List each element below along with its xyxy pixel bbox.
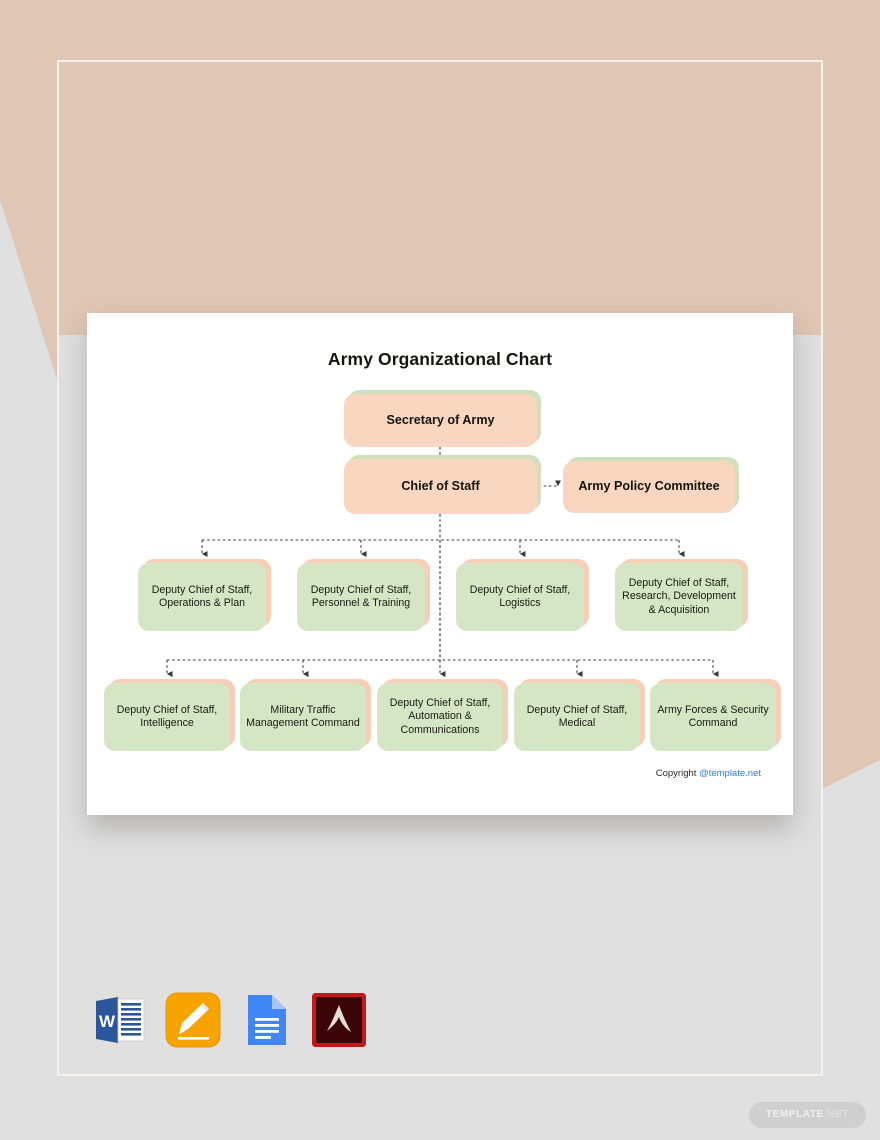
copyright-text: Copyright (655, 768, 700, 779)
google-docs-icon[interactable] (238, 992, 294, 1048)
copyright-notice: Copyright @template.net (656, 768, 761, 779)
node-deputy-chief-research-development-acquisition[interactable]: Deputy Chief of Staff, Research, Develop… (615, 563, 743, 631)
node-deputy-chief-automation-communications[interactable]: Deputy Chief of Staff, Automation & Comm… (377, 683, 503, 751)
node-label: Secretary of Army (386, 412, 495, 427)
org-chart: Secretary of Army Chief of Staff Army Po… (87, 313, 793, 815)
adobe-pdf-icon[interactable] (311, 992, 367, 1048)
document-card: Army Organizational Chart Secretary of A… (87, 313, 793, 815)
node-military-traffic-management-command[interactable]: Military Traffic Management Command (240, 683, 366, 751)
node-deputy-chief-logistics[interactable]: Deputy Chief of Staff, Logistics (456, 563, 584, 631)
node-label: Chief of Staff (401, 478, 480, 493)
node-label: Deputy Chief of Staff, Logistics (469, 583, 571, 609)
node-label: Deputy Chief of Staff, Operations & Plan (151, 583, 253, 609)
watermark-suffix: .NET (823, 1109, 849, 1120)
template-net-link[interactable]: @template.net (699, 768, 761, 779)
node-deputy-chief-medical[interactable]: Deputy Chief of Staff, Medical (514, 683, 640, 751)
node-label: Army Forces & Security Command (657, 703, 769, 729)
node-deputy-chief-operations-plan[interactable]: Deputy Chief of Staff, Operations & Plan (138, 563, 266, 631)
node-label: Army Policy Committee (578, 479, 720, 494)
watermark-main: TEMPLATE (765, 1109, 824, 1120)
node-label: Deputy Chief of Staff, Personnel & Train… (310, 583, 412, 609)
node-deputy-chief-personnel-training[interactable]: Deputy Chief of Staff, Personnel & Train… (297, 563, 425, 631)
node-label: Deputy Chief of Staff, Research, Develop… (622, 577, 736, 616)
microsoft-word-icon[interactable]: W (92, 992, 148, 1048)
node-army-forces-security-command[interactable]: Army Forces & Security Command (650, 683, 776, 751)
apple-pages-icon[interactable] (165, 992, 221, 1048)
node-label: Deputy Chief of Staff, Intelligence (116, 703, 218, 729)
svg-text:W: W (99, 1012, 116, 1031)
node-secretary-of-army[interactable]: Secretary of Army (344, 394, 537, 447)
node-deputy-chief-intelligence[interactable]: Deputy Chief of Staff, Intelligence (104, 683, 230, 751)
node-chief-of-staff[interactable]: Chief of Staff (344, 459, 537, 514)
node-label: Deputy Chief of Staff, Medical (526, 703, 628, 729)
node-label: Military Traffic Management Command (246, 703, 360, 729)
file-format-icons: W (92, 992, 367, 1048)
template-net-watermark: TEMPLATE.NET (748, 1102, 866, 1128)
node-label: Deputy Chief of Staff, Automation & Comm… (389, 697, 491, 736)
node-army-policy-committee[interactable]: Army Policy Committee (563, 461, 735, 513)
